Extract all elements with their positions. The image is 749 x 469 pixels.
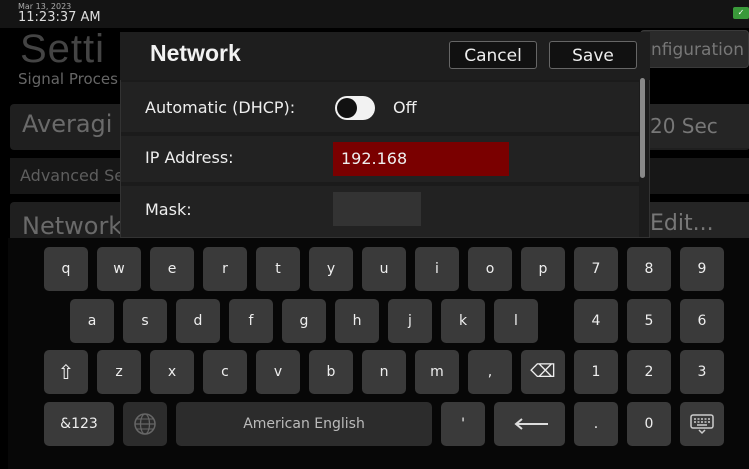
key-1[interactable]: 1 — [574, 350, 618, 394]
key-r[interactable]: r — [203, 247, 247, 291]
hide-keyboard-key[interactable] — [680, 402, 724, 446]
key-i[interactable]: i — [415, 247, 459, 291]
dialog-title: Network — [150, 40, 241, 66]
toggle-knob — [337, 98, 357, 118]
key-w[interactable]: w — [97, 247, 141, 291]
backspace-key[interactable]: ⌫ — [521, 350, 565, 394]
key-m[interactable]: m — [415, 350, 459, 394]
mode-key[interactable]: &123 — [44, 402, 114, 446]
advanced-label: Advanced Se — [20, 166, 125, 185]
averaging-value[interactable]: 20 Sec — [640, 104, 749, 148]
key-o[interactable]: o — [468, 247, 512, 291]
key-c[interactable]: c — [203, 350, 247, 394]
key-v[interactable]: v — [256, 350, 300, 394]
key-u[interactable]: u — [362, 247, 406, 291]
key-d[interactable]: d — [176, 299, 220, 343]
shift-key[interactable]: ⇧ — [44, 350, 88, 394]
key-b[interactable]: b — [309, 350, 353, 394]
key-2[interactable]: 2 — [627, 350, 671, 394]
status-time: 11:23:37 AM — [18, 10, 101, 25]
dhcp-state: Off — [393, 98, 417, 117]
key-t[interactable]: t — [256, 247, 300, 291]
key-8[interactable]: 8 — [627, 247, 671, 291]
ip-label: IP Address: — [145, 148, 234, 167]
key-6[interactable]: 6 — [680, 299, 724, 343]
dialog-scrollbar[interactable] — [640, 78, 645, 178]
mask-label: Mask: — [145, 200, 192, 219]
key-3[interactable]: 3 — [680, 350, 724, 394]
key-y[interactable]: y — [309, 247, 353, 291]
configuration-button[interactable]: nfiguration — [640, 30, 749, 68]
section-header: Signal Proces — [18, 70, 118, 88]
key-apostrophe[interactable]: ' — [441, 402, 485, 446]
save-button[interactable]: Save — [549, 41, 637, 69]
key-l[interactable]: l — [494, 299, 538, 343]
globe-key[interactable] — [123, 402, 167, 446]
battery-icon: ✓ — [733, 7, 749, 19]
dhcp-label: Automatic (DHCP): — [145, 98, 296, 117]
key-g[interactable]: g — [282, 299, 326, 343]
key-s[interactable]: s — [123, 299, 167, 343]
key-x[interactable]: x — [150, 350, 194, 394]
enter-icon — [510, 416, 550, 432]
key-0[interactable]: 0 — [627, 402, 671, 446]
key-period[interactable]: . — [574, 402, 618, 446]
page-title: Setti — [20, 27, 106, 71]
keyboard-icon — [689, 414, 715, 435]
key-f[interactable]: f — [229, 299, 273, 343]
key-j[interactable]: j — [388, 299, 432, 343]
key-comma[interactable]: , — [468, 350, 512, 394]
key-9[interactable]: 9 — [680, 247, 724, 291]
key-p[interactable]: p — [521, 247, 565, 291]
status-bar — [0, 0, 749, 28]
key-k[interactable]: k — [441, 299, 485, 343]
key-e[interactable]: e — [150, 247, 194, 291]
key-7[interactable]: 7 — [574, 247, 618, 291]
ip-address-input[interactable]: 192.168 — [333, 142, 509, 176]
enter-key[interactable] — [494, 402, 565, 446]
key-a[interactable]: a — [70, 299, 114, 343]
key-4[interactable]: 4 — [574, 299, 618, 343]
key-q[interactable]: q — [44, 247, 88, 291]
onscreen-keyboard: q w e r t y u i o p 7 8 9 a s d f g h j … — [8, 238, 749, 469]
cancel-button[interactable]: Cancel — [449, 41, 537, 69]
globe-icon — [133, 413, 157, 435]
key-5[interactable]: 5 — [627, 299, 671, 343]
key-z[interactable]: z — [97, 350, 141, 394]
mask-input[interactable] — [333, 192, 421, 226]
averaging-label: Averagi — [22, 110, 113, 138]
key-n[interactable]: n — [362, 350, 406, 394]
space-key[interactable]: American English — [176, 402, 432, 446]
key-h[interactable]: h — [335, 299, 379, 343]
edit-button[interactable]: Edit... — [640, 202, 749, 242]
network-label: Network — [22, 212, 123, 240]
